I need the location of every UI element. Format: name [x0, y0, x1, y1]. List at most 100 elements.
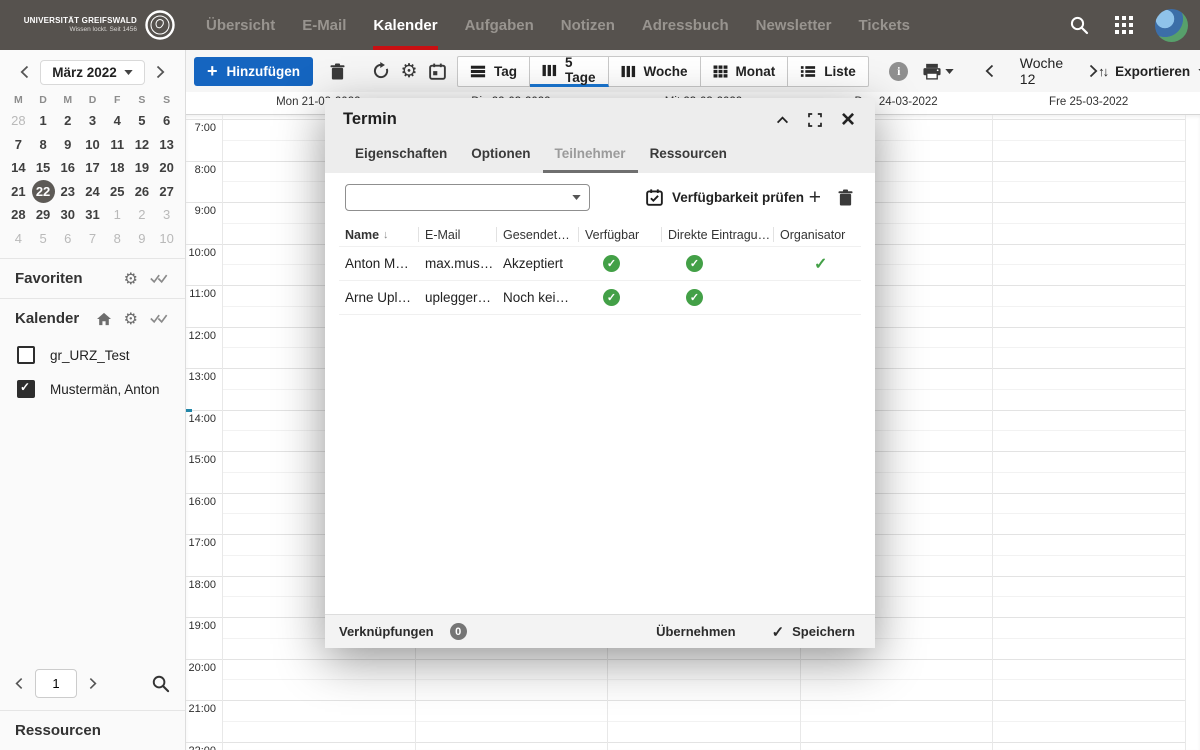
mini-cal-day[interactable]: 5: [130, 109, 155, 133]
mini-cal-day[interactable]: 10: [154, 227, 179, 251]
prev-week-icon[interactable]: [985, 64, 994, 78]
pager-prev-icon[interactable]: [15, 677, 23, 690]
add-attendee-icon[interactable]: [809, 187, 821, 208]
mini-cal-day[interactable]: 12: [130, 133, 155, 157]
calendars-select-all-icon[interactable]: [150, 312, 170, 325]
mini-cal-day[interactable]: 26: [130, 180, 155, 204]
mini-cal-day[interactable]: 2: [130, 203, 155, 227]
view-tab-monat[interactable]: Monat: [701, 56, 789, 87]
mini-cal-prev-icon[interactable]: [10, 58, 38, 86]
mini-cal-day[interactable]: 30: [55, 203, 80, 227]
print-icon[interactable]: [919, 57, 959, 85]
mini-cal-day[interactable]: 6: [55, 227, 80, 251]
refresh-icon[interactable]: [367, 57, 395, 85]
column-header-5[interactable]: Organisator: [774, 227, 861, 242]
mini-cal-day[interactable]: 28: [6, 203, 31, 227]
close-icon[interactable]: [839, 111, 857, 129]
view-tab-liste[interactable]: Liste: [788, 56, 869, 87]
mini-cal-day[interactable]: 20: [154, 156, 179, 180]
attendee-combobox[interactable]: [345, 184, 590, 211]
nav-item-adressbuch[interactable]: Adressbuch: [642, 0, 729, 50]
month-selector[interactable]: März 2022: [40, 60, 145, 85]
resources-search-icon[interactable]: [151, 674, 170, 693]
dialog-tab-teilnehmer[interactable]: Teilnehmer: [543, 135, 638, 173]
column-header-2[interactable]: Gesendet…: [497, 227, 579, 242]
mini-cal-day[interactable]: 31: [80, 203, 105, 227]
check-availability-button[interactable]: Verfügbarkeit prüfen: [646, 189, 804, 206]
mini-cal-next-icon[interactable]: [147, 58, 175, 86]
mini-cal-day[interactable]: 2: [55, 109, 80, 133]
mini-cal-day[interactable]: 10: [80, 133, 105, 157]
mini-cal-day[interactable]: 14: [6, 156, 31, 180]
mini-cal-day[interactable]: 5: [31, 227, 56, 251]
dialog-tab-eigenschaften[interactable]: Eigenschaften: [343, 135, 459, 173]
mini-cal-day[interactable]: 7: [6, 133, 31, 157]
combobox-caret-icon[interactable]: [563, 185, 589, 210]
calendars-home-icon[interactable]: [96, 312, 112, 326]
nav-item-bersicht[interactable]: Übersicht: [206, 0, 275, 50]
column-header-1[interactable]: E-Mail: [419, 227, 497, 242]
attendee-input[interactable]: [346, 185, 563, 210]
apply-button[interactable]: Übernehmen: [656, 624, 735, 639]
page-number-input[interactable]: [35, 669, 77, 698]
mini-cal-day[interactable]: 23: [55, 180, 80, 204]
calendars-settings-gear-icon[interactable]: [124, 311, 138, 327]
mini-cal-day[interactable]: 1: [31, 109, 56, 133]
mini-cal-day[interactable]: 9: [130, 227, 155, 251]
export-button[interactable]: Exportieren: [1098, 64, 1200, 79]
add-event-button[interactable]: Hinzufügen: [194, 57, 313, 86]
mini-cal-day[interactable]: 8: [31, 133, 56, 157]
nav-item-aufgaben[interactable]: Aufgaben: [465, 0, 534, 50]
calendar-list-item[interactable]: gr_URZ_Test: [0, 338, 185, 372]
calendar-checkbox[interactable]: [17, 346, 35, 364]
dialog-tab-ressourcen[interactable]: Ressourcen: [638, 135, 739, 173]
search-icon[interactable]: [1065, 11, 1093, 39]
view-tab-5tage[interactable]: 5 Tage: [530, 56, 609, 87]
mini-cal-day[interactable]: 4: [105, 109, 130, 133]
expand-icon[interactable]: [806, 111, 824, 129]
mini-cal-day[interactable]: 1: [105, 203, 130, 227]
mini-cal-day[interactable]: 3: [80, 109, 105, 133]
view-tab-tag[interactable]: Tag: [457, 56, 530, 87]
mini-cal-day[interactable]: 25: [105, 180, 130, 204]
participant-row[interactable]: Arne Upl…uplegger…Noch kei…: [339, 280, 861, 315]
column-header-3[interactable]: Verfügbar: [579, 227, 662, 242]
mini-cal-day[interactable]: 24: [80, 180, 105, 204]
mini-cal-day[interactable]: 9: [55, 133, 80, 157]
column-header-0[interactable]: Name: [339, 227, 419, 242]
mini-cal-day[interactable]: 17: [80, 156, 105, 180]
mini-cal-day[interactable]: 8: [105, 227, 130, 251]
settings-gear-icon[interactable]: [395, 57, 423, 85]
dialog-tab-optionen[interactable]: Optionen: [459, 135, 542, 173]
remove-attendee-trash-icon[interactable]: [838, 189, 853, 206]
delete-trash-icon[interactable]: [323, 57, 351, 85]
collapse-icon[interactable]: [773, 111, 791, 129]
pager-next-icon[interactable]: [89, 677, 97, 690]
info-icon[interactable]: [885, 57, 913, 85]
mini-cal-day[interactable]: 7: [80, 227, 105, 251]
apps-grid-icon[interactable]: [1110, 11, 1138, 39]
favorites-settings-gear-icon[interactable]: [124, 271, 138, 287]
mini-cal-day[interactable]: 4: [6, 227, 31, 251]
nav-item-tickets[interactable]: Tickets: [859, 0, 910, 50]
mini-cal-day[interactable]: 13: [154, 133, 179, 157]
mini-cal-day[interactable]: 16: [55, 156, 80, 180]
mini-cal-day[interactable]: 27: [154, 180, 179, 204]
mini-cal-day[interactable]: 28: [6, 109, 31, 133]
user-avatar[interactable]: [1155, 9, 1188, 42]
nav-item-kalender[interactable]: Kalender: [373, 0, 437, 50]
mini-cal-day[interactable]: 6: [154, 109, 179, 133]
goto-date-calendar-icon[interactable]: [423, 57, 451, 85]
mini-cal-day[interactable]: 3: [154, 203, 179, 227]
next-week-icon[interactable]: [1089, 64, 1098, 78]
calendar-list-item[interactable]: Mustermän, Anton: [0, 372, 185, 406]
mini-cal-day[interactable]: 21: [6, 180, 31, 204]
participant-row[interactable]: Anton M…max.mus…Akzeptiert: [339, 246, 861, 280]
mini-cal-day[interactable]: 15: [31, 156, 56, 180]
favorites-select-all-icon[interactable]: [150, 272, 170, 285]
column-header-4[interactable]: Direkte Eintragu…: [662, 227, 774, 242]
mini-cal-day[interactable]: 22: [31, 180, 56, 204]
mini-cal-day[interactable]: 18: [105, 156, 130, 180]
save-button[interactable]: Speichern: [772, 623, 855, 641]
nav-item-notizen[interactable]: Notizen: [561, 0, 615, 50]
